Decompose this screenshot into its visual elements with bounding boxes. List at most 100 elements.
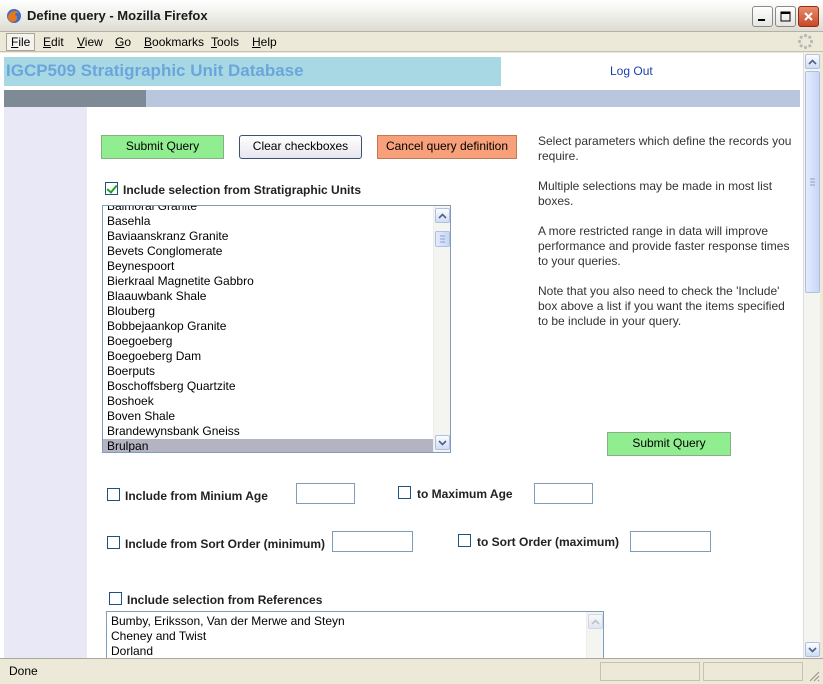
help-text-3: A more restricted range in data will imp…: [538, 224, 790, 268]
menu-help[interactable]: Help: [248, 34, 281, 50]
references-checkbox[interactable]: [109, 592, 122, 605]
menu-edit-label: dit: [51, 35, 64, 49]
help-text-4: Note that you also need to check the 'In…: [538, 284, 785, 328]
menu-bookmarks-accel: B: [144, 35, 153, 49]
menu-view[interactable]: View: [73, 34, 107, 50]
list-item[interactable]: Brulpan: [103, 439, 433, 452]
references-scrollbar[interactable]: [586, 612, 603, 658]
page-scroll-down-button[interactable]: [805, 642, 820, 657]
clear-checkboxes-button[interactable]: Clear checkboxes: [239, 135, 362, 159]
menu-file[interactable]: File: [6, 33, 36, 51]
list-item[interactable]: Beynespoort: [103, 259, 433, 274]
strat-units-scrollbar[interactable]: [433, 206, 450, 452]
min-age-checkbox[interactable]: [107, 488, 120, 501]
sort-max-label: to Sort Order (maximum): [477, 535, 620, 549]
resize-grip-icon[interactable]: [808, 670, 820, 682]
list-item[interactable]: Bobbejaankop Granite: [103, 319, 433, 334]
list-item[interactable]: Brandewynsbank Gneiss: [103, 424, 433, 439]
list-item[interactable]: Basehla: [103, 214, 433, 229]
list-item[interactable]: Bumby, Eriksson, Van der Merwe and Steyn: [107, 614, 586, 629]
references-listbox[interactable]: Bumby, Eriksson, Van der Merwe and Steyn…: [106, 611, 604, 658]
list-item[interactable]: Bevets Conglomerate: [103, 244, 433, 259]
scroll-up-button[interactable]: [435, 208, 450, 223]
header-band: IGCP509 Stratigraphic Unit Database: [4, 57, 501, 86]
min-age-input[interactable]: [296, 483, 355, 504]
minimize-icon: [758, 19, 765, 21]
chevron-down-icon: [808, 646, 817, 653]
logout-link[interactable]: Log Out: [610, 64, 653, 78]
list-item[interactable]: Boegoeberg: [103, 334, 433, 349]
max-age-input[interactable]: [534, 483, 593, 504]
list-item[interactable]: Boegoeberg Dam: [103, 349, 433, 364]
chevron-down-icon: [438, 439, 447, 446]
list-item[interactable]: Boven Shale: [103, 409, 433, 424]
status-panel: [703, 662, 803, 681]
scroll-down-button[interactable]: [435, 435, 450, 450]
list-item[interactable]: Balmoral Granite: [103, 206, 433, 214]
nav-bar: [4, 90, 800, 107]
list-item[interactable]: Cheney and Twist: [107, 629, 586, 644]
maximize-icon: [780, 11, 791, 22]
list-item[interactable]: Dorland: [107, 644, 586, 658]
max-age-label: to Maximum Age: [417, 487, 513, 501]
left-sidebar: [4, 107, 87, 658]
list-item[interactable]: Blouberg: [103, 304, 433, 319]
sort-min-checkbox[interactable]: [107, 536, 120, 549]
menu-view-accel: V: [77, 35, 85, 49]
menu-file-label: ile: [18, 35, 31, 49]
page-viewport: IGCP509 Stratigraphic Unit Database Log …: [0, 53, 803, 658]
sort-max-checkbox[interactable]: [458, 534, 471, 547]
window-title: Define query - Mozilla Firefox: [27, 8, 208, 23]
status-text: Done: [9, 664, 38, 678]
help-text-2: Multiple selections may be made in most …: [538, 179, 773, 208]
menu-go[interactable]: Go: [111, 34, 135, 50]
list-item[interactable]: Boshoek: [103, 394, 433, 409]
chevron-up-icon: [438, 212, 447, 219]
menu-go-label: o: [124, 35, 132, 49]
chevron-up-icon: [808, 58, 817, 65]
menubar: File Edit View Go Bookmarks Tools Help: [0, 32, 823, 52]
submit-query-button[interactable]: Submit Query: [101, 135, 224, 159]
scroll-thumb[interactable]: [435, 231, 450, 247]
page-scroll-thumb[interactable]: [805, 71, 820, 293]
references-rows: Bumby, Eriksson, Van der Merwe and Steyn…: [107, 614, 586, 658]
menu-help-label: elp: [260, 35, 277, 49]
references-scroll-up-button[interactable]: [588, 614, 603, 629]
page-scrollbar[interactable]: [803, 53, 820, 658]
min-age-label: Include from Minium Age: [125, 489, 268, 503]
menu-bookmarks[interactable]: Bookmarks: [140, 34, 208, 50]
menu-edit-accel: E: [43, 35, 52, 49]
list-item[interactable]: Boschoffsberg Quartzite: [103, 379, 433, 394]
menu-edit[interactable]: Edit: [39, 34, 68, 50]
sort-min-input[interactable]: [332, 531, 413, 552]
menu-view-label: iew: [84, 35, 103, 49]
max-age-checkbox[interactable]: [398, 486, 411, 499]
site-title: IGCP509 Stratigraphic Unit Database: [6, 61, 304, 80]
strat-units-listbox[interactable]: Balmoral Granite Basehla Baviaanskranz Gra…: [102, 205, 451, 453]
menu-tools[interactable]: Tools: [207, 34, 243, 50]
chevron-up-icon: [591, 618, 600, 625]
help-text-1: Select parameters which define the recor…: [538, 134, 792, 163]
menu-help-accel: H: [252, 35, 261, 49]
grip-icon: [810, 178, 815, 186]
status-bar: Done: [0, 658, 823, 684]
menu-bookmarks-label: ookmarks: [152, 35, 205, 49]
minimize-button[interactable]: [752, 6, 773, 27]
list-item[interactable]: Baviaanskranz Granite: [103, 229, 433, 244]
list-item[interactable]: Blaauwbank Shale: [103, 289, 433, 304]
maximize-button[interactable]: [775, 6, 796, 27]
close-button[interactable]: [798, 6, 819, 27]
sort-max-input[interactable]: [630, 531, 711, 552]
firefox-icon: [7, 9, 21, 23]
window-titlebar[interactable]: Define query - Mozilla Firefox: [0, 0, 823, 32]
strat-units-checkbox[interactable]: [105, 182, 118, 195]
throbber-icon: [797, 33, 814, 50]
page-scroll-up-button[interactable]: [805, 54, 820, 69]
sort-min-label: Include from Sort Order (minimum): [125, 537, 326, 551]
menu-tools-label: ools: [217, 35, 240, 49]
cancel-query-button[interactable]: Cancel query definition: [377, 135, 517, 159]
list-item[interactable]: Boerputs: [103, 364, 433, 379]
list-item[interactable]: Bierkraal Magnetite Gabbro: [103, 274, 433, 289]
nav-bar-segment: [4, 90, 146, 107]
submit-query-button-2[interactable]: Submit Query: [607, 432, 731, 456]
